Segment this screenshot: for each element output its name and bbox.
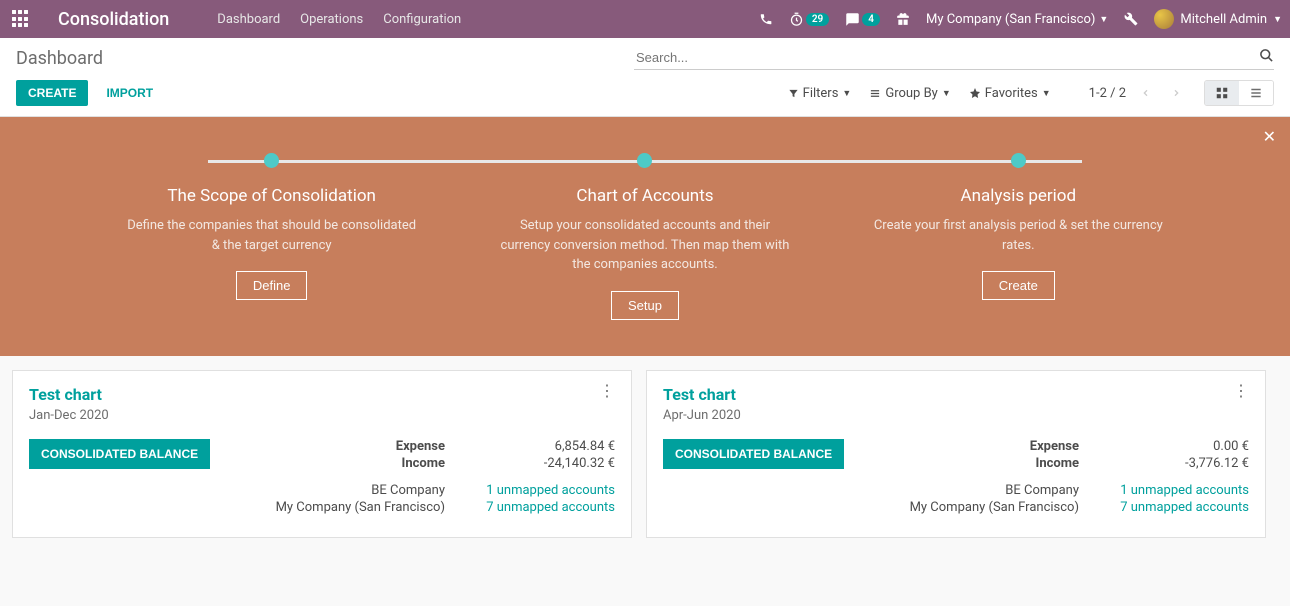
nav-menu-dashboard[interactable]: Dashboard <box>217 12 280 27</box>
step-desc: Setup your consolidated accounts and the… <box>477 216 813 275</box>
page-prev[interactable] <box>1136 83 1156 103</box>
company-label: My Company (San Francisco) <box>265 500 445 515</box>
onboarding-step-scope: The Scope of Consolidation Define the co… <box>104 153 440 320</box>
phone-icon[interactable] <box>759 12 773 26</box>
card-period: Jan-Dec 2020 <box>29 408 109 423</box>
unmapped-link[interactable]: 1 unmapped accounts <box>486 483 615 498</box>
step-desc: Create your first analysis period & set … <box>850 216 1186 255</box>
chevron-down-icon: ▼ <box>942 88 951 99</box>
user-menu[interactable]: Mitchell Admin ▼ <box>1154 9 1282 29</box>
company-label: My Company (San Francisco) <box>899 500 1079 515</box>
control-panel: Dashboard CREATE IMPORT Filters ▼ Group … <box>0 38 1290 117</box>
onboarding-banner: ✕ The Scope of Consolidation Define the … <box>0 117 1290 356</box>
view-list[interactable] <box>1239 81 1273 105</box>
chevron-down-icon: ▼ <box>842 88 851 99</box>
nav-menu-configuration[interactable]: Configuration <box>383 12 461 27</box>
card-period: Apr-Jun 2020 <box>663 408 741 423</box>
search-icon[interactable] <box>1259 48 1274 63</box>
line-value: 0.00 € <box>1099 439 1249 454</box>
groupby-label: Group By <box>885 86 938 101</box>
page-range: 1-2 / 2 <box>1089 86 1126 101</box>
chevron-down-icon: ▼ <box>1099 14 1108 25</box>
step-title: Analysis period <box>850 186 1186 206</box>
define-button[interactable]: Define <box>236 271 308 300</box>
timer-badge-group[interactable]: 29 <box>789 12 829 27</box>
nav-menu-operations[interactable]: Operations <box>300 12 363 27</box>
company-name: My Company (San Francisco) <box>926 12 1095 27</box>
breadcrumb: Dashboard <box>16 48 103 69</box>
groupby-dropdown[interactable]: Group By ▼ <box>869 86 950 101</box>
create-period-button[interactable]: Create <box>982 271 1055 300</box>
apps-icon[interactable] <box>12 10 30 28</box>
setup-button[interactable]: Setup <box>611 291 679 320</box>
timer-badge: 29 <box>806 13 829 26</box>
chevron-down-icon: ▼ <box>1273 14 1282 25</box>
line-label: Expense <box>265 439 445 454</box>
card-table: Expense 6,854.84 € Income -24,140.32 € B… <box>265 439 615 517</box>
import-button[interactable]: IMPORT <box>94 80 165 106</box>
line-value: -24,140.32 € <box>465 456 615 471</box>
line-value: 6,854.84 € <box>465 439 615 454</box>
favorites-label: Favorites <box>985 86 1038 101</box>
line-label: Income <box>265 456 445 471</box>
onboarding-step-analysis: Analysis period Create your first analys… <box>850 153 1186 320</box>
search-wrap <box>634 46 1274 70</box>
step-dot <box>264 153 279 168</box>
debug-icon[interactable] <box>1124 12 1138 26</box>
company-selector[interactable]: My Company (San Francisco) ▼ <box>926 12 1108 27</box>
navbar: Consolidation Dashboard Operations Confi… <box>0 0 1290 38</box>
consolidated-balance-button[interactable]: CONSOLIDATED BALANCE <box>29 439 210 469</box>
filters-dropdown[interactable]: Filters ▼ <box>788 86 852 101</box>
consolidated-balance-button[interactable]: CONSOLIDATED BALANCE <box>663 439 844 469</box>
step-dot <box>1011 153 1026 168</box>
onboarding-step-coa: Chart of Accounts Setup your consolidate… <box>477 153 813 320</box>
chevron-down-icon: ▼ <box>1042 88 1051 99</box>
kanban-view: Test chart Jan-Dec 2020 ⋮ CONSOLIDATED B… <box>0 356 1290 552</box>
kanban-card[interactable]: Test chart Apr-Jun 2020 ⋮ CONSOLIDATED B… <box>646 370 1266 538</box>
search-input[interactable] <box>634 46 1274 70</box>
card-menu-icon[interactable]: ⋮ <box>1233 385 1249 396</box>
step-title: Chart of Accounts <box>477 186 813 206</box>
card-title: Test chart <box>29 385 109 404</box>
page-next[interactable] <box>1166 83 1186 103</box>
step-dot <box>637 153 652 168</box>
close-icon[interactable]: ✕ <box>1263 127 1276 146</box>
step-desc: Define the companies that should be cons… <box>104 216 440 255</box>
unmapped-link[interactable]: 7 unmapped accounts <box>1120 500 1249 515</box>
nav-menu: Dashboard Operations Configuration <box>217 12 461 27</box>
line-label: Income <box>899 456 1079 471</box>
company-label: BE Company <box>899 483 1079 498</box>
unmapped-link[interactable]: 7 unmapped accounts <box>486 500 615 515</box>
unmapped-link[interactable]: 1 unmapped accounts <box>1120 483 1249 498</box>
kanban-card[interactable]: Test chart Jan-Dec 2020 ⋮ CONSOLIDATED B… <box>12 370 632 538</box>
user-name: Mitchell Admin <box>1180 12 1267 27</box>
gift-icon[interactable] <box>896 12 910 26</box>
nav-left: Consolidation Dashboard Operations Confi… <box>8 9 461 30</box>
chat-badge-group[interactable]: 4 <box>845 12 880 27</box>
company-label: BE Company <box>265 483 445 498</box>
create-button[interactable]: CREATE <box>16 80 88 106</box>
view-kanban[interactable] <box>1205 81 1239 105</box>
nav-right: 29 4 My Company (San Francisco) ▼ Mitche… <box>759 9 1282 29</box>
card-menu-icon[interactable]: ⋮ <box>599 385 615 396</box>
avatar <box>1154 9 1174 29</box>
line-label: Expense <box>899 439 1079 454</box>
brand-title: Consolidation <box>58 9 169 30</box>
step-title: The Scope of Consolidation <box>104 186 440 206</box>
card-title: Test chart <box>663 385 741 404</box>
line-value: -3,776.12 € <box>1099 456 1249 471</box>
card-table: Expense 0.00 € Income -3,776.12 € BE Com… <box>899 439 1249 517</box>
favorites-dropdown[interactable]: Favorites ▼ <box>969 86 1051 101</box>
filters-label: Filters <box>803 86 839 101</box>
chat-badge: 4 <box>862 13 880 26</box>
